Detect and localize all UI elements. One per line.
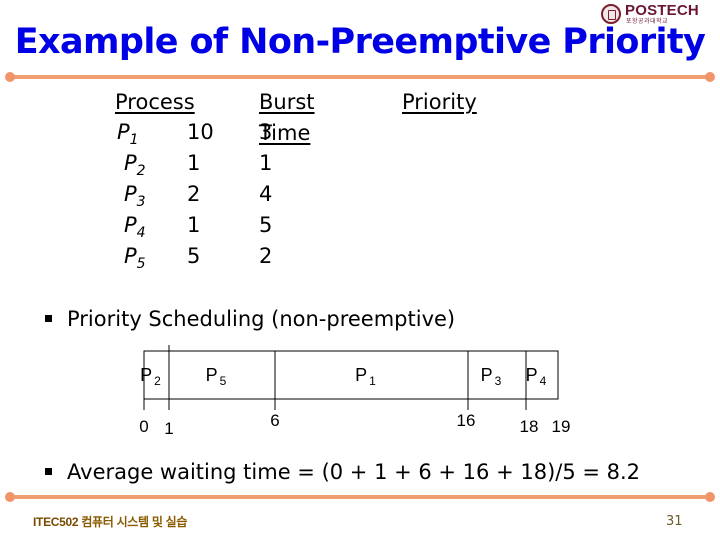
gantt-segment-p3 xyxy=(467,350,527,400)
footer-course: ITEC502 컴퓨터 시스템 및 실습 xyxy=(33,513,187,530)
process-letter: P xyxy=(124,151,137,175)
gantt-segment-label: P3 xyxy=(481,365,502,388)
table-row-priority: 3 xyxy=(259,120,273,144)
divider-right-dot xyxy=(705,492,715,502)
table-row-priority: 5 xyxy=(259,213,273,237)
gantt-tick-label: 18 xyxy=(520,417,539,436)
table-row-priority: 4 xyxy=(259,182,273,206)
process-subscript: 2 xyxy=(136,163,146,179)
gantt-tick-label: 0 xyxy=(139,417,148,436)
slide-title: Example of Non-Preemptive Priority xyxy=(14,22,706,62)
process-subscript: 1 xyxy=(129,132,139,148)
table-row-burst: 2 xyxy=(187,182,201,206)
gantt-tick-label: 6 xyxy=(270,411,279,430)
process-subscript: 3 xyxy=(136,194,146,210)
gantt-tick-label: 1 xyxy=(164,419,173,438)
gantt-segment-label: P1 xyxy=(355,365,376,388)
gantt-segment-label: P4 xyxy=(526,365,547,388)
table-row-priority: 1 xyxy=(259,151,273,175)
logo-name: POSTECH xyxy=(625,2,699,19)
divider-left-dot xyxy=(5,72,15,82)
gantt-segment-label: P2 xyxy=(140,365,161,388)
divider-left-dot xyxy=(5,492,15,502)
gantt-tick-label: 19 xyxy=(552,417,571,436)
process-subscript: 5 xyxy=(136,256,146,272)
title-divider xyxy=(5,72,715,82)
bullet-scheduling-type: Priority Scheduling (non-preemptive) xyxy=(45,305,455,333)
bullet-average-waiting-time: Average waiting time = (0 + 1 + 6 + 16 +… xyxy=(45,458,640,486)
process-letter: P xyxy=(117,120,130,144)
table-row-burst: 5 xyxy=(187,244,201,268)
gantt-segment-p4 xyxy=(525,350,559,400)
table-row-burst: 1 xyxy=(187,213,201,237)
bullet-text: Priority Scheduling (non-preemptive) xyxy=(67,307,456,331)
course-code: ITEC502 xyxy=(33,515,79,529)
table-row-burst: 1 xyxy=(187,151,201,175)
header-process: Process xyxy=(115,90,195,114)
bullet-text: Average waiting time = (0 + 1 + 6 + 16 +… xyxy=(67,460,641,484)
page-number: 31 xyxy=(666,514,683,529)
bullet-square-icon xyxy=(45,315,52,322)
gantt-segment-p1 xyxy=(274,350,469,400)
gantt-tick-label: 16 xyxy=(457,411,476,430)
gantt-frame xyxy=(143,350,559,400)
table-row-priority: 2 xyxy=(259,244,273,268)
header-priority: Priority xyxy=(402,90,477,114)
divider-right-dot xyxy=(705,72,715,82)
process-subscript: 4 xyxy=(136,225,146,241)
process-letter: P xyxy=(124,182,137,206)
process-letter: P xyxy=(124,244,137,268)
gantt-segment-p2 xyxy=(143,350,170,400)
process-letter: P xyxy=(124,213,137,237)
course-name: 컴퓨터 시스템 및 실습 xyxy=(81,515,188,529)
bullet-square-icon xyxy=(45,468,52,475)
footer-divider xyxy=(5,492,715,502)
table-row-burst: 10 xyxy=(187,120,214,144)
gantt-segment-label: P5 xyxy=(206,365,227,388)
gantt-segment-p5 xyxy=(168,350,276,400)
table-row-process: P5 xyxy=(124,241,146,280)
